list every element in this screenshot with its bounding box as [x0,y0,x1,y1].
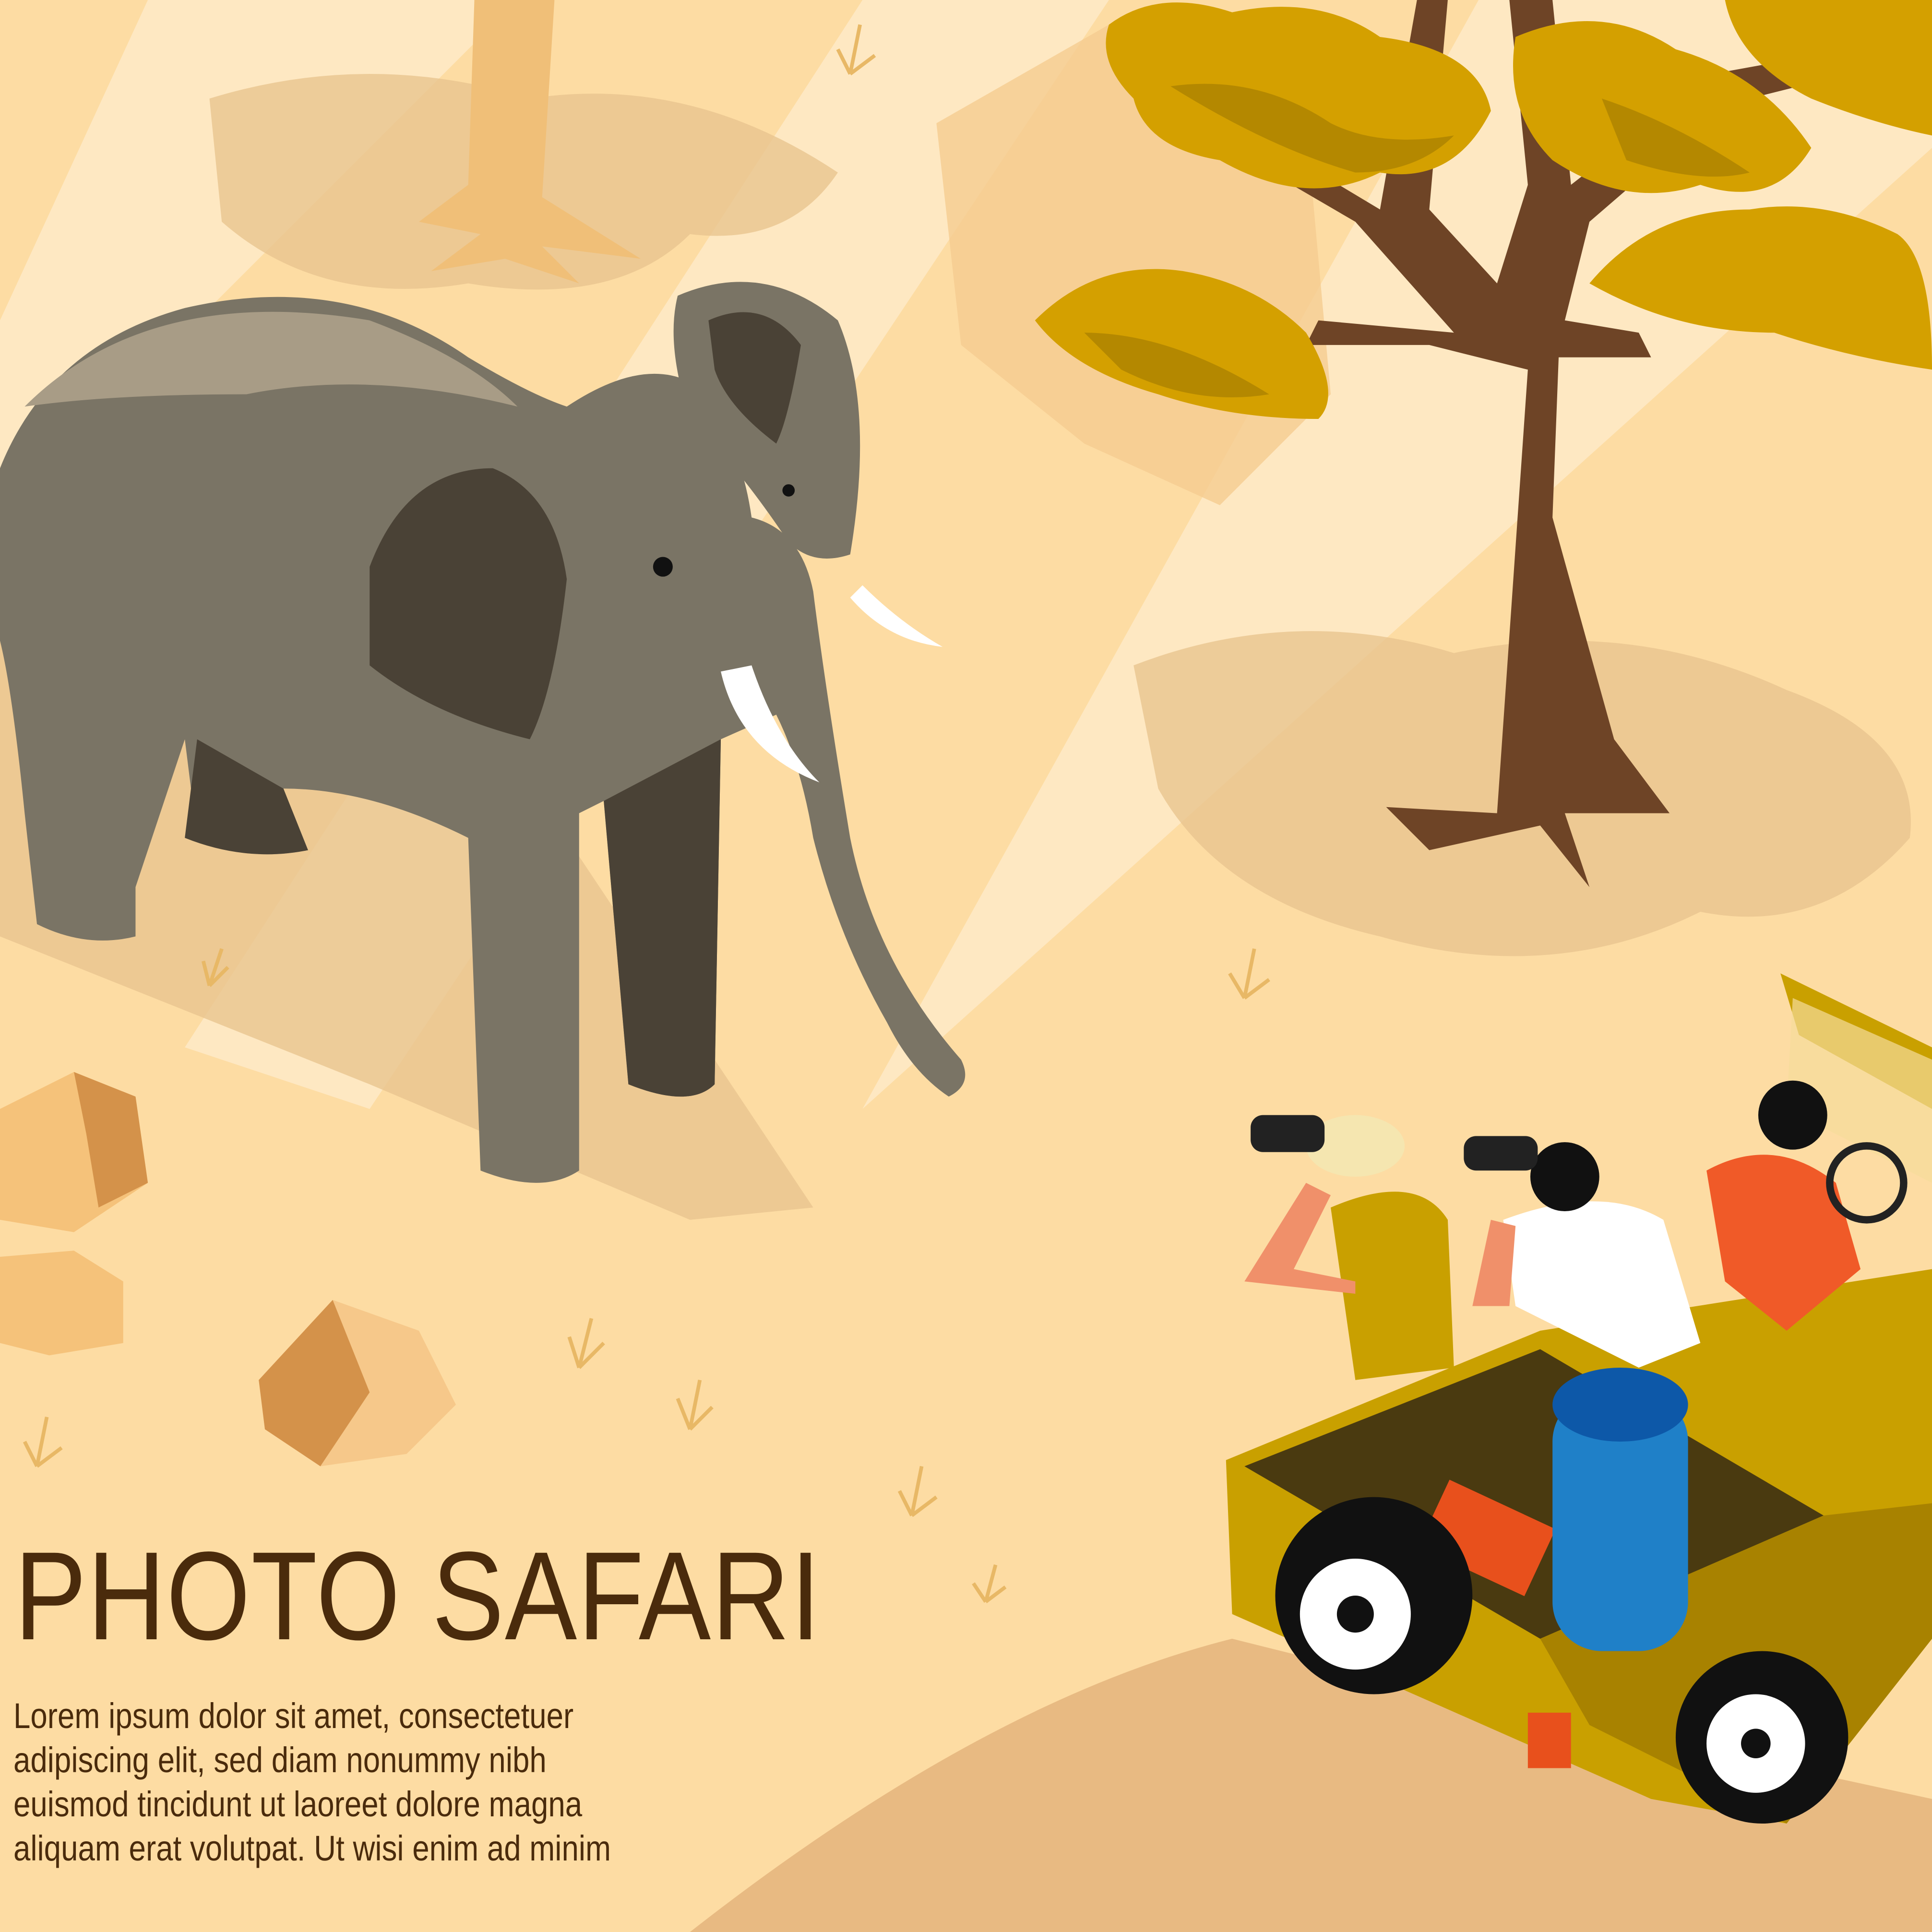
description-line: euismod tincidunt ut laoreet dolore magn… [13,1784,583,1824]
description-line: Lorem ipsum dolor sit amet, consectetuer [13,1696,574,1736]
description-text: Lorem ipsum dolor sit amet, consectetuer… [13,1694,611,1871]
description-line: adipiscing elit, sed diam nonummy nibh [13,1740,547,1780]
page-title: PHOTO SAFARI [14,1526,822,1666]
description-line: aliquam erat volutpat. Ut wisi enim ad m… [13,1828,611,1868]
